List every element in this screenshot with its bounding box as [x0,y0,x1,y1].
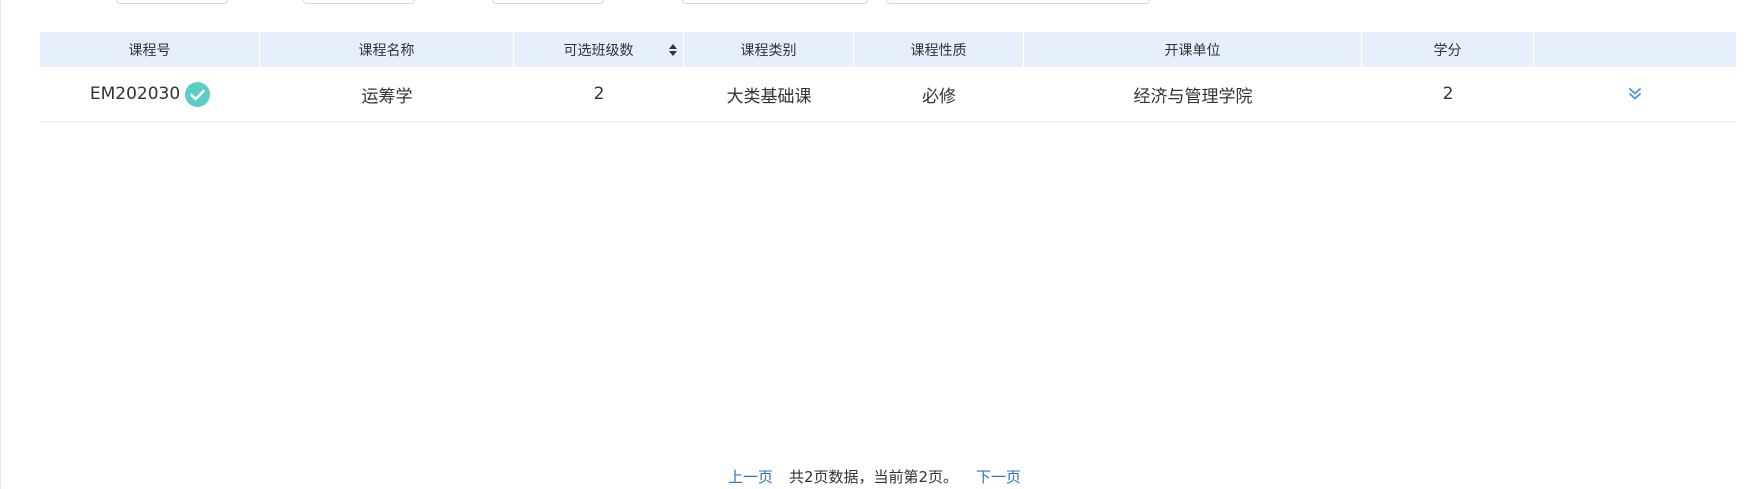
filter-field-5[interactable] [886,0,1150,4]
header-nature[interactable]: 课程性质 [854,32,1024,67]
header-course-no[interactable]: 课程号 [40,32,260,67]
table-header: 课程号 课程名称 可选班级数 课程类别 课程性质 开课单位 学分 [40,32,1736,67]
pagination: 上一页 共2页数据，当前第2页。 下一页 [0,466,1749,487]
cell-course-name: 运筹学 [361,86,413,107]
filter-field-3[interactable] [492,0,604,4]
header-class-count-cell[interactable]: 可选班级数 [514,32,684,67]
cell-category: 大类基础课 [726,86,812,107]
cell-credit: 2 [1442,84,1454,104]
filter-field-4[interactable] [682,0,868,4]
table-row[interactable]: EM202030 运筹学 2 大类基础课 必修 经济与管理学院 2 [40,67,1736,122]
cell-class-count: 2 [593,84,605,104]
header-course-name[interactable]: 课程名称 [260,32,514,67]
header-credit[interactable]: 学分 [1362,32,1534,67]
course-table: 课程号 课程名称 可选班级数 课程类别 课程性质 开课单位 学分 EM20203… [40,32,1736,122]
cell-department: 经济与管理学院 [1133,86,1253,107]
course-selection-page: 课程号 课程名称 可选班级数 课程类别 课程性质 开课单位 学分 EM20203… [0,0,1749,489]
filter-bar [0,0,1749,4]
next-page-link[interactable]: 下一页 [976,466,1021,487]
page-info: 共2页数据，当前第2页。 [788,468,959,486]
cell-expand [1534,67,1736,121]
header-class-count: 可选班级数 [563,42,634,59]
header-category[interactable]: 课程类别 [684,32,854,67]
header-actions [1534,32,1736,67]
sort-icon[interactable] [669,43,677,56]
table-body: EM202030 运筹学 2 大类基础课 必修 经济与管理学院 2 [40,67,1736,122]
course-no-text: EM202030 [89,84,181,104]
left-border [0,0,1,489]
double-chevron-down-icon[interactable] [1628,87,1642,101]
cell-nature: 必修 [922,86,956,107]
prev-page-link[interactable]: 上一页 [728,466,773,487]
filter-field-1[interactable] [116,0,228,4]
filter-field-2[interactable] [303,0,415,4]
check-circle-icon [185,81,211,107]
header-department[interactable]: 开课单位 [1024,32,1362,67]
cell-course-no: EM202030 [40,67,260,121]
